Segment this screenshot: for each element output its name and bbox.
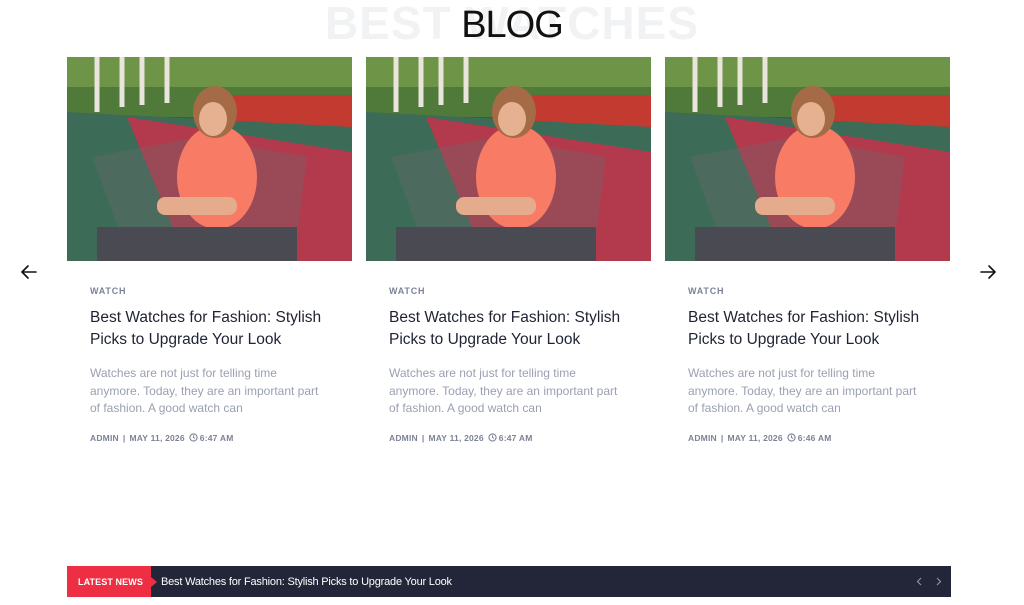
post-meta: ADMIN | MAY 11, 2026 6:47 AM — [90, 432, 330, 444]
meta-separator: | — [720, 432, 724, 443]
meta-separator: | — [421, 432, 425, 443]
post-photo — [67, 57, 352, 261]
post-excerpt: Watches are not just for telling time an… — [688, 366, 917, 415]
post-time: 6:47 AM — [498, 432, 533, 443]
clock-icon — [189, 433, 198, 442]
post-category[interactable]: WATCH — [90, 285, 330, 297]
post-time: 6:47 AM — [199, 432, 234, 443]
post-photo — [366, 57, 651, 261]
post-category[interactable]: WATCH — [688, 285, 928, 297]
arrow-right-icon — [980, 265, 996, 279]
blog-card-body: WATCH Best Watches for Fashion: Stylish … — [90, 261, 330, 444]
post-author[interactable]: ADMIN — [90, 433, 119, 443]
ticker-next-button[interactable] — [933, 575, 945, 587]
post-meta: ADMIN | MAY 11, 2026 6:47 AM — [389, 432, 629, 444]
post-date: MAY 11, 2026 — [727, 432, 783, 443]
blog-card: WATCH Best Watches for Fashion: Stylish … — [67, 57, 352, 477]
blog-carousel: WATCH Best Watches for Fashion: Stylish … — [67, 57, 951, 477]
post-date: MAY 11, 2026 — [428, 432, 484, 443]
blog-card-image[interactable] — [366, 57, 651, 261]
carousel-prev-button[interactable] — [19, 262, 39, 282]
blog-card-image[interactable] — [67, 57, 352, 261]
post-title[interactable]: Best Watches for Fashion: Stylish Picks … — [90, 307, 330, 351]
section-title: BLOG — [461, 4, 564, 46]
arrow-left-icon — [21, 265, 37, 279]
post-excerpt: Watches are not just for telling time an… — [389, 366, 618, 415]
blog-card: WATCH Best Watches for Fashion: Stylish … — [366, 57, 651, 477]
clock-icon — [787, 433, 796, 442]
post-author[interactable]: ADMIN — [688, 433, 717, 443]
chevron-right-icon — [936, 577, 942, 585]
clock-icon — [488, 433, 497, 442]
post-meta: ADMIN | MAY 11, 2026 6:46 AM — [688, 432, 928, 444]
chevron-left-icon — [916, 577, 922, 585]
post-time: 6:46 AM — [797, 432, 832, 443]
latest-news-label: LATEST NEWS — [67, 566, 157, 597]
post-title[interactable]: Best Watches for Fashion: Stylish Picks … — [688, 307, 928, 351]
post-category[interactable]: WATCH — [389, 285, 629, 297]
section-heading: BEST WATCHES BLOG — [0, 0, 1024, 49]
post-photo — [665, 57, 950, 261]
blog-card-image[interactable] — [665, 57, 950, 261]
post-date: MAY 11, 2026 — [129, 432, 185, 443]
blog-card-body: WATCH Best Watches for Fashion: Stylish … — [688, 261, 928, 444]
meta-separator: | — [122, 432, 126, 443]
carousel-next-button[interactable] — [978, 262, 998, 282]
post-author[interactable]: ADMIN — [389, 433, 418, 443]
ticker-prev-button[interactable] — [913, 575, 925, 587]
latest-news-bar: LATEST NEWS Best Watches for Fashion: St… — [67, 566, 951, 597]
post-excerpt: Watches are not just for telling time an… — [90, 366, 319, 415]
blog-card: WATCH Best Watches for Fashion: Stylish … — [665, 57, 950, 477]
blog-card-body: WATCH Best Watches for Fashion: Stylish … — [389, 261, 629, 444]
latest-news-headline[interactable]: Best Watches for Fashion: Stylish Picks … — [161, 576, 452, 588]
post-title[interactable]: Best Watches for Fashion: Stylish Picks … — [389, 307, 629, 351]
